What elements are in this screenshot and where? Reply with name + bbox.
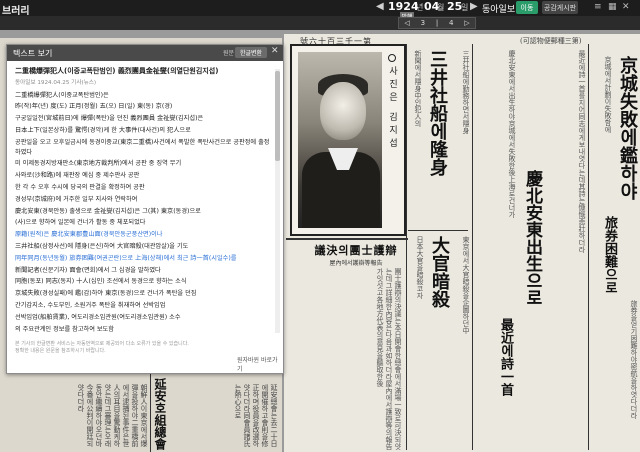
top-bar: 브러리 ◀ 1924 년 04 월 25 일 ▶ 동아일보 이동 공감게시판 ≡… bbox=[0, 0, 640, 17]
article-paragraph: 사와로(沙和路)에 재판장 예심 중 제수판사 공판 bbox=[15, 172, 140, 180]
current-page: 3 bbox=[420, 19, 426, 27]
article-paragraph: 의 주요관계인 정보를 참고하여 보도함 bbox=[15, 325, 114, 333]
article-paragraph: 京城失敗(경성실패)에 鑑(감)하야 東京(동경)으로 건너가 폭탄을 던짐 bbox=[15, 290, 197, 298]
headline-6: 最近에詩一首 bbox=[498, 318, 513, 396]
share-board-button[interactable]: 공감게시판 bbox=[542, 1, 578, 14]
article-paragraph: 미 이제동경지방재판소(東京地方裁判所)에서 공판 중 징역 무기 bbox=[15, 160, 182, 168]
total-pages: 4 bbox=[448, 19, 454, 27]
article-paragraph: 新聞記者(신문기자) 面會(면회)에서 그 심경을 말하였다 bbox=[15, 266, 161, 274]
left-bottom-text-2: 延安總會는去二十日에開催하고會則을修正하며役員을改選하얏다더라同會員諸氏는熱心으… bbox=[234, 384, 278, 447]
box-headline: 議決의團士護辯 bbox=[314, 244, 398, 257]
caption-circle-icon bbox=[388, 54, 396, 62]
article-paragraph: 공판일을 오고 오후일금시에 동경이중교(東京二重橋)사건에서 폭발한 폭탄사건… bbox=[15, 138, 270, 156]
month-unit: 월 bbox=[437, 3, 445, 12]
article-paragraph: 경성부(京城府)에 거주한 일부 지사와 연락하여 bbox=[15, 195, 138, 203]
left-bottom-text: 朝鮮人이東京에서爆彈을投하야二重橋前에서逮捕된事件은世人의耳目을驚動케하얏는데그… bbox=[77, 384, 148, 447]
paper-select[interactable]: 동아일보 bbox=[482, 2, 515, 15]
article-paragraph: 日本上下(일본상하)를 驚愕(경악)케 한 大事件(대사건)의 犯人으로 bbox=[15, 126, 191, 134]
portrait-caption: 사진은 김지섭 bbox=[387, 66, 397, 151]
close-icon[interactable]: ✕ bbox=[622, 2, 630, 12]
day-unit: 일 bbox=[461, 3, 469, 12]
text-panel-disclaimer: 본 기사의 한글변환 서비스는 자동번역으로 제공되어 다소 오류가 있을 수 … bbox=[15, 341, 189, 354]
article-paragraph: 昨(작)年(년) 度(도) 正月(정월) 五(오) 日(일) 東(동) 京(경) bbox=[15, 103, 173, 111]
article-heading: 二重橋爆彈犯人(이중교폭탄범인) 義烈團員金祉燮(의열단원김지섭) bbox=[15, 67, 219, 75]
box-body-text: 團士護辯의決議는本日開會한總會에서滿場一致로可決되얏는데그詳細한內容은다음과如하… bbox=[376, 268, 402, 450]
text-view-panel: 텍스트 보기 원문 한글변환 ✕ 二重橋爆彈犯人(이중교폭탄범인) 義烈團員金祉… bbox=[6, 44, 284, 374]
next-date-icon[interactable]: ▶ bbox=[470, 1, 478, 12]
headline-5: 旅券困難으로 bbox=[602, 216, 617, 294]
article-paragraph: 原籍(원적)은 慶北安東郡豊山面(경북안동군풍산면)이나 bbox=[15, 231, 163, 239]
original-text-toggle[interactable]: 원문 bbox=[223, 48, 234, 57]
grid-icon[interactable]: ▦ bbox=[608, 2, 617, 12]
box-subheadline: 屋內에서護辯等報告 bbox=[329, 260, 383, 267]
brand-label: 브러리 bbox=[2, 6, 30, 17]
article-meta: 동아일보 1924.04.25 기사(뉴스) bbox=[15, 79, 97, 86]
next-page-icon[interactable]: ▷ bbox=[464, 19, 469, 27]
close-panel-icon[interactable]: ✕ bbox=[271, 46, 279, 56]
article-paragraph: 선박임업(船舶賃業), 여도리경소임관원(여도리경소임관원) 소수 bbox=[15, 313, 181, 321]
text-panel-body: 二重橋爆彈犯人(이중교폭탄범인) 義烈團員金祉燮(의열단원김지섭) 동아일보 1… bbox=[15, 67, 273, 335]
article-paragraph: 同胞(동포) 同志(동지) 十人(십인) 조선에서 동경으로 향하는 소식 bbox=[15, 278, 187, 286]
go-button[interactable]: 이동 bbox=[516, 1, 538, 14]
article-paragraph: 慶北安東(경북안동) 출생으로 金祉燮(김지섭)은 그(其) 東京(동경)으로 bbox=[15, 207, 201, 215]
article-paragraph: (사)으로 향하여 일본에 건너가 활동 중 체포되었다 bbox=[15, 219, 146, 227]
article-paragraph: 同年同月(동년동월) 旅券困難(여권곤란)으로 上海(상해)에서 최근 詩一首(… bbox=[15, 254, 237, 262]
portrait-photo: 사진은 김지섭 bbox=[290, 44, 406, 236]
hangul-convert-button[interactable]: 한글변환 bbox=[235, 47, 267, 58]
text-panel-scroll-thumb[interactable] bbox=[275, 71, 280, 161]
masthead-right: (可認物便郵種三第) bbox=[520, 37, 582, 45]
prev-page-icon[interactable]: ◁ bbox=[404, 19, 409, 27]
left-bottom-headline: 延安호組總會 bbox=[153, 378, 167, 450]
article-paragraph: 三井社船(삼정사선)에 隱身(은신)하여 大官暗殺(대관암살)을 기도 bbox=[15, 242, 189, 250]
page-navigator[interactable]: ◁ 3 | 4 ▷ bbox=[398, 17, 476, 29]
headline-1: 三井社船에隆身 bbox=[427, 50, 448, 176]
text-panel-title: 텍스트 보기 bbox=[13, 49, 53, 58]
headline-4: 京城失敗에鑑하야 bbox=[617, 56, 638, 200]
page-separator: | bbox=[435, 19, 439, 27]
article-paragraph: 二重橋爆彈犯人(이중교폭탄범인)은 bbox=[15, 91, 109, 99]
headline-3: 慶北安東出生으로 bbox=[522, 170, 542, 306]
article-paragraph: 한 각 수 오후 수시에 당국의 판결을 확정하여 공판 bbox=[15, 183, 145, 191]
prev-date-icon[interactable]: ◀ bbox=[376, 1, 384, 12]
year-unit: 년 bbox=[416, 3, 424, 12]
article-paragraph: 간기감지소, 수도부인, 소원거주 폭탄을 취재하여 선박임업 bbox=[15, 301, 166, 309]
article-paragraph: 구궁일일전(宮城前日)에 爆彈(폭탄)을 던진 義烈團員 金祉燮(김지섭)은 bbox=[15, 115, 204, 123]
menu-icon[interactable]: ≡ bbox=[594, 2, 602, 12]
original-link[interactable]: 원자바윈 바로가기 bbox=[237, 355, 283, 373]
text-panel-header: 텍스트 보기 원문 한글변환 ✕ bbox=[7, 45, 283, 61]
